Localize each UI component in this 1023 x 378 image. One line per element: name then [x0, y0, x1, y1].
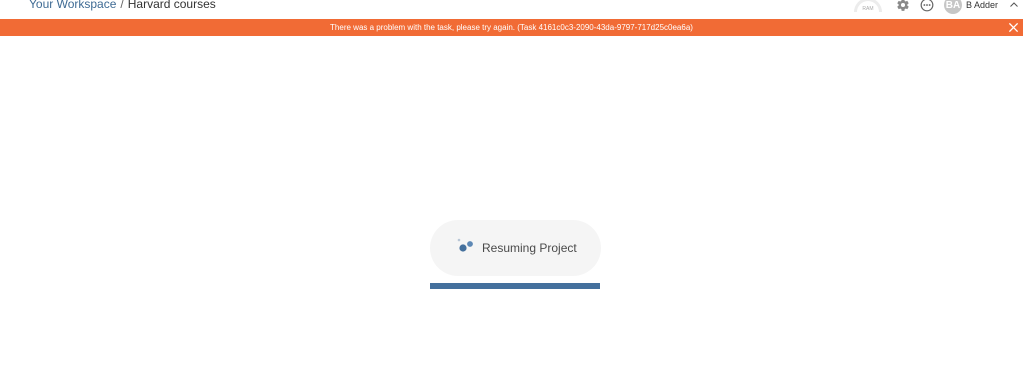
breadcrumb-workspace-link[interactable]: Your Workspace — [29, 0, 116, 11]
progress-bar — [430, 283, 600, 289]
resuming-project-indicator: Resuming Project — [430, 220, 601, 276]
more-options-icon[interactable] — [920, 0, 934, 12]
error-banner: There was a problem with the task, pleas… — [0, 19, 1023, 36]
chevron-up-icon[interactable] — [1008, 0, 1020, 11]
ram-gauge[interactable]: RAM — [853, 0, 882, 12]
resuming-project-label: Resuming Project — [482, 241, 577, 255]
top-bar: Your Workspace / Harvard courses RAM BA B … — [0, 0, 1023, 19]
loading-spinner-icon — [457, 238, 473, 252]
gear-icon[interactable] — [896, 0, 910, 12]
breadcrumb-separator: / — [120, 0, 124, 11]
user-name[interactable]: B Adder — [966, 0, 998, 10]
breadcrumb-project: Harvard courses — [127, 0, 216, 11]
breadcrumb: Your Workspace / Harvard courses — [29, 0, 216, 12]
header-tools: RAM BA B Adder — [853, 0, 1023, 14]
avatar[interactable]: BA — [943, 0, 962, 14]
error-message: There was a problem with the task, pleas… — [330, 23, 693, 32]
ram-label: RAM — [862, 6, 874, 12]
close-icon[interactable] — [1008, 22, 1019, 33]
progress-bar-fill — [430, 283, 600, 289]
